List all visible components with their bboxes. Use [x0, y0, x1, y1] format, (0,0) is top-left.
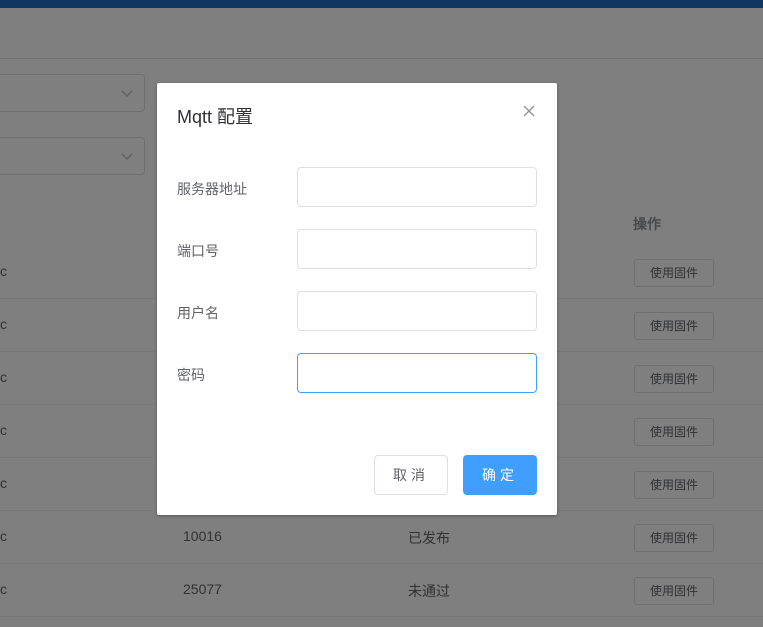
port-input[interactable]	[297, 229, 537, 269]
mqtt-config-dialog: Mqtt 配置 服务器地址 端口号 用户名 密码 取消 确定	[157, 83, 557, 515]
close-icon[interactable]	[521, 103, 537, 119]
page: 操作 c 使用固件 c 使用固件 c 使用固件 c 使用固件 c 使用固件 c …	[0, 0, 763, 627]
port-label: 端口号	[177, 243, 219, 259]
server-address-label: 服务器地址	[177, 181, 247, 197]
password-input[interactable]	[297, 353, 537, 393]
username-input[interactable]	[297, 291, 537, 331]
dialog-title: Mqtt 配置	[177, 107, 254, 127]
server-address-input[interactable]	[297, 167, 537, 207]
password-label: 密码	[177, 367, 205, 383]
username-label: 用户名	[177, 305, 219, 321]
cancel-button[interactable]: 取消	[374, 455, 448, 495]
confirm-button[interactable]: 确定	[463, 455, 537, 495]
